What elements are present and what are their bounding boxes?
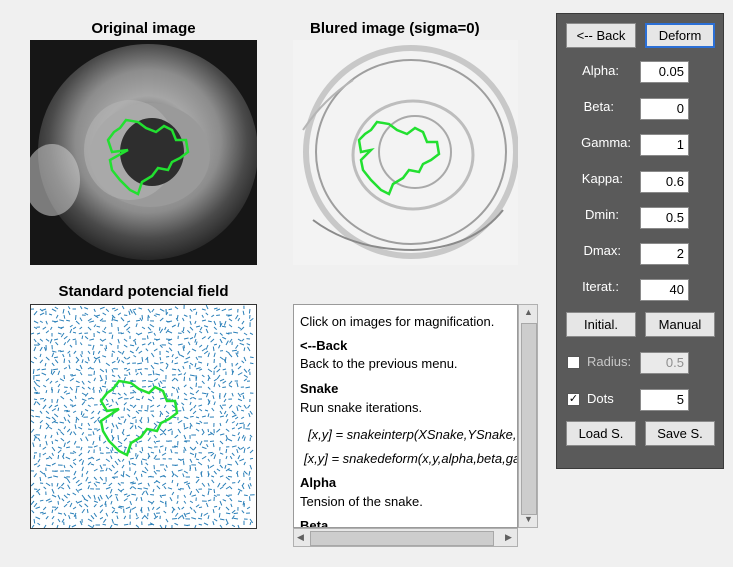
potential-field-image[interactable] [30,304,257,529]
scroll-up-icon[interactable]: ▲ [524,307,533,317]
help-code-line: [x,y] = snakeinterp(XSnake,YSnake,dmax, [308,427,517,442]
save-snake-button[interactable]: Save S. [645,421,715,446]
dots-checkbox[interactable]: ✓ [567,393,580,406]
dmax-field[interactable]: 2 [640,243,689,265]
original-image-title: Original image [91,20,196,37]
dots-label: Dots [587,391,614,406]
help-text-panel: Click on images for magnification. <--Ba… [293,304,539,548]
radius-checkbox[interactable] [567,356,580,369]
help-heading: Alpha [300,475,337,490]
iterations-field[interactable]: 40 [640,279,689,301]
dmax-label: Dmax: [583,243,621,258]
vertical-scrollbar[interactable]: ▲ ▼ [518,304,538,528]
dots-field[interactable]: 5 [640,389,689,411]
scroll-right-icon[interactable]: ▶ [505,532,512,543]
initial-button[interactable]: Initial. [566,312,636,337]
help-line: Back to the previous menu. [300,356,458,371]
help-line: Click on images for magnification. [300,314,495,329]
help-text-area[interactable]: Click on images for magnification. <--Ba… [293,304,518,528]
alpha-label: Alpha: [582,63,619,78]
control-panel: <-- Back Deform Alpha: 0.05 Beta: 0 Gamm… [556,13,724,469]
iterations-label: Iterat.: [582,279,619,294]
load-snake-button[interactable]: Load S. [566,421,636,446]
dmin-field[interactable]: 0.5 [640,207,689,229]
dmin-label: Dmin: [585,207,619,222]
help-heading: <--Back [300,338,348,353]
alpha-field[interactable]: 0.05 [640,61,689,83]
kappa-label: Kappa: [581,171,623,186]
scrollbar-thumb[interactable] [310,531,494,546]
scroll-left-icon[interactable]: ◀ [297,532,304,543]
help-heading: Beta [300,518,329,528]
radius-field: 0.5 [640,352,689,374]
radius-label: Radius: [587,354,632,369]
beta-label: Beta: [583,99,614,114]
blurred-image[interactable] [293,40,518,265]
help-heading: Snake [300,381,339,396]
back-button[interactable]: <-- Back [566,23,636,48]
deform-button[interactable]: Deform [645,23,715,48]
original-image[interactable] [30,40,257,265]
gamma-field[interactable]: 1 [640,134,689,156]
beta-field[interactable]: 0 [640,98,689,120]
help-line: Run snake iterations. [300,400,423,415]
snake-contour [99,379,179,457]
blurred-image-title: Blured image (sigma=0) [310,20,480,37]
potential-field-title: Standard potencial field [58,283,229,300]
horizontal-scrollbar[interactable]: ◀ ▶ [293,528,518,547]
kappa-field[interactable]: 0.6 [640,171,689,193]
scrollbar-thumb[interactable] [521,323,537,515]
scroll-down-icon[interactable]: ▼ [524,514,533,524]
gamma-label: Gamma: [581,135,631,150]
help-code-line: [x,y] = snakedeform(x,y,alpha,beta,gamma [304,451,517,466]
help-line: Tension of the snake. [300,494,423,509]
manual-button[interactable]: Manual [645,312,715,337]
